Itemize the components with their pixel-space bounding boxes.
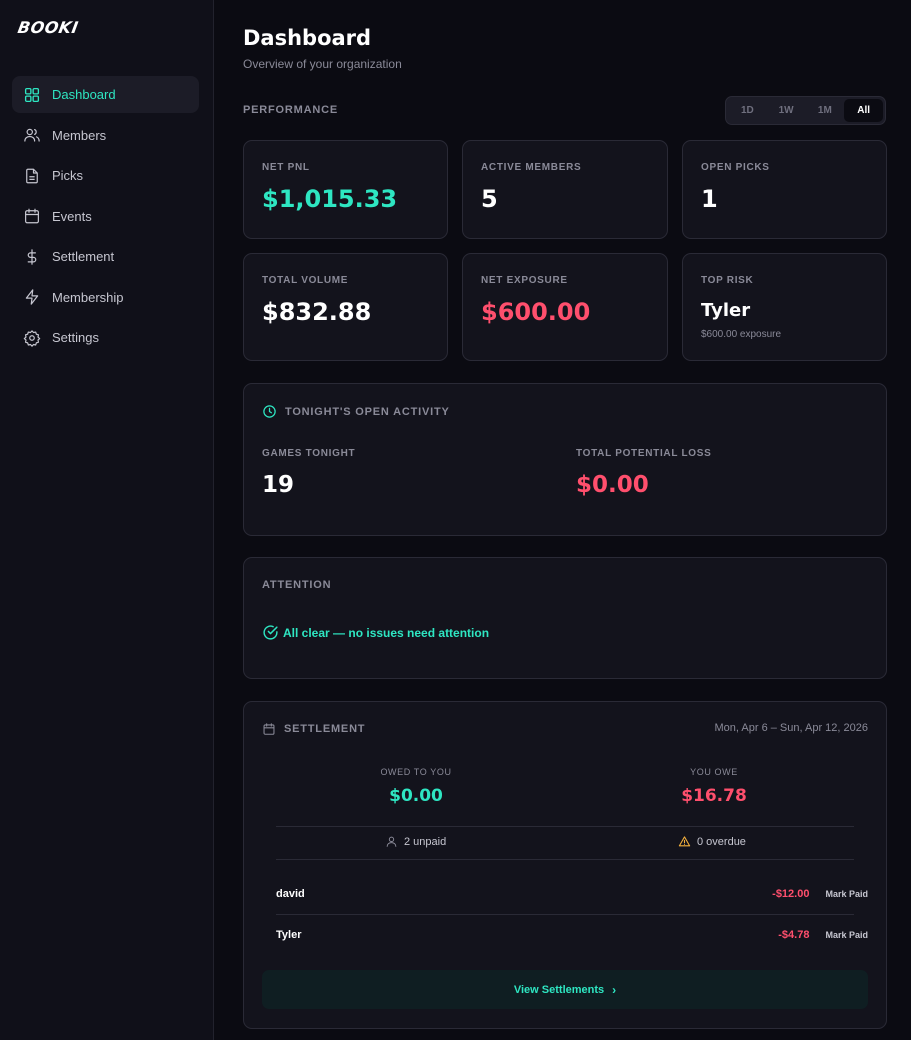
owed-to-you: OWED TO YOU $0.00	[276, 767, 556, 806]
file-icon	[23, 167, 41, 185]
performance-label: PERFORMANCE	[243, 104, 338, 116]
settlement-row: Tyler -$4.78 Mark Paid	[276, 914, 868, 955]
settlement-title: SETTLEMENT	[284, 723, 366, 735]
you-owe: YOU OWE $16.78	[574, 767, 854, 806]
sidebar-item-events[interactable]: Events	[12, 198, 199, 235]
sidebar-item-label: Settlement	[52, 249, 115, 264]
activity-header: TONIGHT'S OPEN ACTIVITY	[262, 404, 450, 419]
tonight-activity-card: TONIGHT'S OPEN ACTIVITY GAMES TONIGHT 19…	[243, 383, 887, 536]
total-volume-card: TOTAL VOLUME $832.88	[243, 253, 448, 361]
open-picks-value: 1	[701, 185, 718, 213]
sidebar-item-label: Settings	[52, 330, 99, 345]
calendar-icon	[263, 723, 275, 735]
active-members-value: 5	[481, 185, 498, 213]
activity-title: TONIGHT'S OPEN ACTIVITY	[285, 405, 450, 418]
sidebar-item-membership[interactable]: Membership	[12, 279, 199, 316]
owed-to-you-label: OWED TO YOU	[380, 767, 452, 777]
unpaid-text: 2 unpaid	[404, 835, 447, 848]
member-name: david	[276, 887, 305, 900]
you-owe-label: YOU OWE	[690, 767, 738, 777]
attention-title: ATTENTION	[262, 579, 332, 591]
stat-label: NET PNL	[262, 162, 310, 173]
sidebar-item-label: Membership	[52, 289, 124, 305]
overdue-text: 0 overdue	[697, 835, 746, 848]
bolt-icon	[23, 288, 41, 306]
page-title: Dashboard	[243, 26, 372, 50]
open-picks-card: OPEN PICKS 1	[682, 140, 887, 239]
sidebar-item-settings[interactable]: Settings	[12, 319, 199, 356]
sidebar-item-label: Picks	[52, 168, 84, 183]
stat-label: ACTIVE MEMBERS	[481, 162, 582, 173]
view-settlements-label: View Settlements	[513, 983, 605, 996]
settlement-header: SETTLEMENT	[262, 722, 365, 736]
check-circle-icon	[263, 625, 278, 640]
games-tonight-value: 19	[262, 472, 295, 498]
potential-loss-value: $0.00	[576, 472, 649, 498]
view-settlements-button[interactable]: View Settlements ›	[262, 970, 868, 1009]
sidebar-item-settlement[interactable]: Settlement	[12, 238, 199, 275]
gear-icon	[23, 329, 41, 347]
users-icon	[23, 126, 41, 144]
member-amount: -$12.00	[772, 887, 810, 900]
member-name: Tyler	[276, 928, 302, 941]
range-all-button[interactable]: All	[844, 99, 883, 122]
attention-text: All clear — no issues need attention	[283, 625, 490, 640]
app-logo[interactable]: BOOKI	[16, 18, 80, 37]
sidebar-item-label: Dashboard	[52, 87, 116, 102]
total-volume-value: $832.88	[262, 298, 372, 326]
stat-label: TOP RISK	[701, 275, 754, 286]
user-icon	[386, 836, 397, 847]
sidebar-item-members[interactable]: Members	[12, 117, 199, 154]
stat-label: TOTAL VOLUME	[262, 275, 349, 286]
dollar-icon	[23, 248, 41, 266]
sidebar-item-picks[interactable]: Picks	[12, 157, 199, 194]
potential-loss-label: TOTAL POTENTIAL LOSS	[576, 448, 712, 459]
attention-card: ATTENTION All clear — no issues need att…	[243, 557, 887, 679]
chevron-right-icon: ›	[612, 982, 617, 997]
overdue-count: 0 overdue	[678, 835, 746, 848]
attention-message: All clear — no issues need attention	[262, 624, 489, 641]
mark-paid-button[interactable]: Mark Paid	[825, 930, 868, 940]
top-risk-exposure: $600.00 exposure	[701, 329, 782, 340]
sidebar-item-label: Events	[52, 208, 92, 224]
sidebar-item-label: Members	[52, 127, 107, 143]
range-1m-button[interactable]: 1M	[806, 99, 845, 122]
divider	[276, 826, 854, 827]
net-pnl-card: NET PNL $1,015.33	[243, 140, 448, 239]
divider	[276, 859, 854, 860]
active-members-card: ACTIVE MEMBERS 5	[462, 140, 668, 239]
range-1w-button[interactable]: 1W	[767, 99, 806, 122]
page-subtitle: Overview of your organization	[243, 57, 402, 71]
warning-icon	[678, 836, 691, 847]
mark-paid-button[interactable]: Mark Paid	[825, 889, 868, 899]
stat-label: NET EXPOSURE	[481, 275, 568, 286]
grid-icon	[23, 86, 41, 104]
clock-icon	[263, 405, 276, 418]
owed-to-you-value: $0.00	[389, 786, 443, 806]
net-exposure-value: $600.00	[481, 298, 591, 326]
member-amount: -$4.78	[778, 928, 810, 941]
unpaid-count: 2 unpaid	[385, 835, 446, 848]
settlement-row: david -$12.00 Mark Paid	[276, 873, 868, 914]
sidebar-item-dashboard[interactable]: Dashboard	[12, 76, 199, 113]
games-tonight-label: GAMES TONIGHT	[262, 448, 356, 459]
top-risk-name: Tyler	[701, 300, 751, 321]
net-exposure-card: NET EXPOSURE $600.00	[462, 253, 668, 361]
stat-label: OPEN PICKS	[701, 162, 770, 173]
sidebar: BOOKI Dashboard Members Picks Events Set…	[0, 0, 214, 1040]
you-owe-value: $16.78	[681, 786, 747, 806]
range-selector: 1D 1W 1M All	[725, 96, 886, 125]
top-risk-card: TOP RISK Tyler $600.00 exposure	[682, 253, 887, 361]
settlement-card: SETTLEMENT Mon, Apr 6 – Sun, Apr 12, 202…	[243, 701, 887, 1029]
settlement-date-range: Mon, Apr 6 – Sun, Apr 12, 2026	[714, 722, 869, 734]
net-pnl-value: $1,015.33	[262, 185, 398, 213]
calendar-icon	[23, 207, 41, 225]
sidebar-nav: Dashboard Members Picks Events Settlemen…	[12, 76, 199, 360]
range-1d-button[interactable]: 1D	[728, 99, 767, 122]
